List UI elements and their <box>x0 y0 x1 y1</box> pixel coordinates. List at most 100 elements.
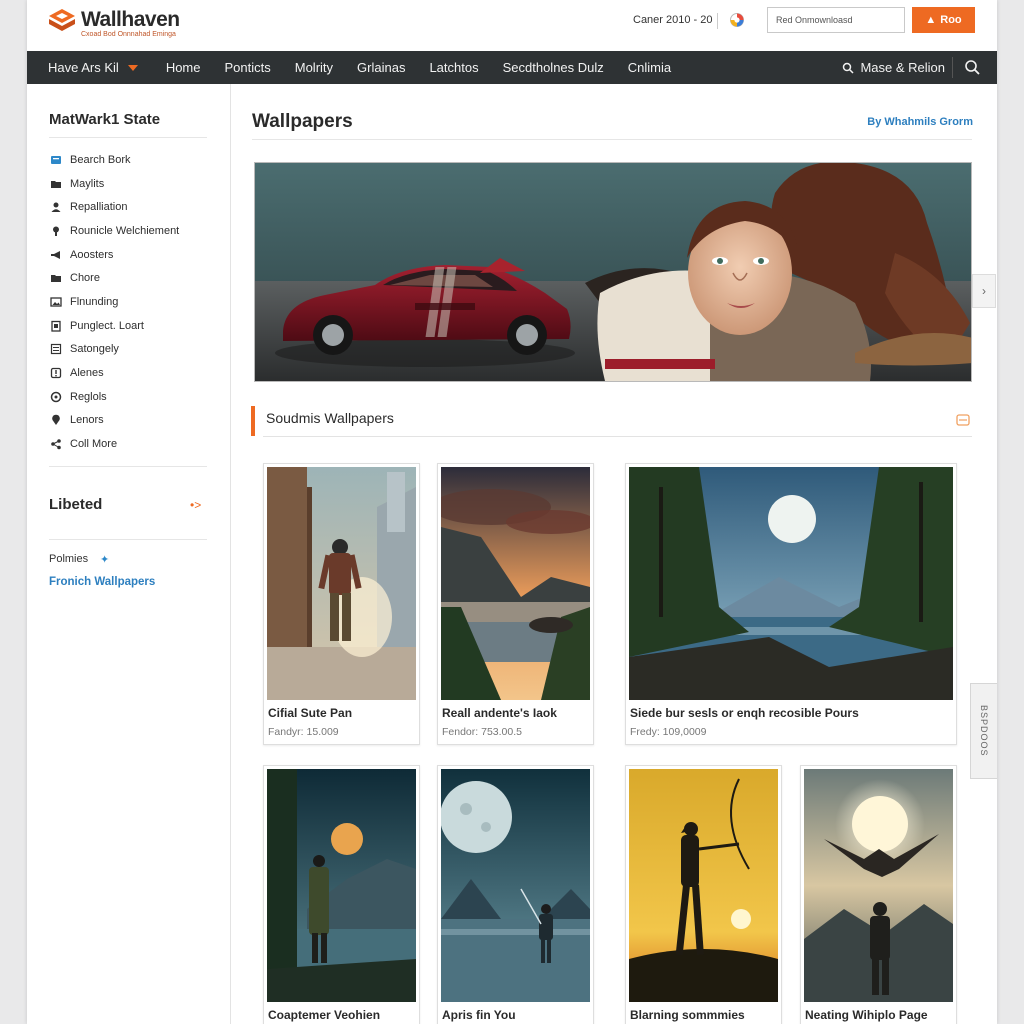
sidebar-item[interactable]: Flnunding <box>49 290 179 314</box>
section-title: Soudmis Wallpapers <box>266 410 394 426</box>
hero-banner[interactable] <box>254 162 972 382</box>
header-divider <box>717 13 718 29</box>
login-arrow-icon: ▲ <box>925 14 937 26</box>
card-title: Cifial Sute Pan <box>268 706 353 720</box>
wallpaper-thumbnail <box>441 467 590 700</box>
sidebar-item-label: Flnunding <box>70 295 119 308</box>
wallpaper-card[interactable]: Reall andente's Iaok Fendor: 753.00.5 <box>437 463 594 745</box>
user-icon <box>49 201 62 214</box>
nav-item[interactable]: Secdtholnes Dulz <box>491 51 616 84</box>
nav-item[interactable]: Cnlimia <box>616 51 683 84</box>
wallpaper-counter: Caner 2010 - 20 <box>633 14 713 26</box>
section-accent-bar <box>251 406 255 436</box>
sidebar-item-label: Maylits <box>70 177 105 190</box>
language-globe-icon[interactable] <box>729 12 745 28</box>
grid-view-icon[interactable] <box>956 413 970 427</box>
sidebar-link[interactable]: Fronich Wallpapers <box>49 576 155 588</box>
sidebar-item-label: Coll More <box>70 438 118 451</box>
sidebar-title: MatWark1 State <box>49 111 161 128</box>
alert-icon <box>49 367 62 380</box>
sidebar-item-label: Chore <box>70 272 100 285</box>
card-title: Neating Wihiplo Page <box>805 1008 928 1022</box>
caret-down-icon <box>127 64 138 71</box>
nav-dropdown-label: Have Ars Kil <box>48 60 119 75</box>
wallpaper-card[interactable]: Apris fin You <box>437 765 594 1024</box>
wallpaper-card[interactable]: Neating Wihiplo Page <box>800 765 957 1024</box>
sidebar-item[interactable]: Coll More <box>49 432 179 456</box>
sidebar-item[interactable]: Satongely <box>49 338 179 362</box>
author-link[interactable]: By Whahmils Grorm <box>867 116 973 128</box>
wallpaper-thumbnail <box>629 467 953 700</box>
chevron-right-icon: › <box>982 284 986 298</box>
card-title: Blarning sommmies <box>630 1008 745 1022</box>
main-nav: Have Ars Kil Home Ponticts Molrity Grlai… <box>27 51 997 84</box>
sidebar-item[interactable]: Lenors <box>49 409 179 433</box>
card-title: Apris fin You <box>442 1008 516 1022</box>
card-meta: Fendor: 753.00.5 <box>442 726 522 738</box>
sidebar-polmies-label[interactable]: Polmies <box>49 553 88 565</box>
carousel-next-button[interactable]: › <box>972 274 996 308</box>
wallpaper-thumbnail <box>267 769 416 1002</box>
brand-tagline: Cxoad Bod Onnnahad Eminga <box>81 31 176 38</box>
sidebar: MatWark1 State Bearch Bork Maylits Repal… <box>27 84 231 1024</box>
nav-item[interactable]: Home <box>154 51 213 84</box>
card-title: Siede bur sesls or enqh recosible Pours <box>630 706 859 720</box>
feedback-side-tab[interactable]: BSPDOOS <box>970 683 997 779</box>
sidebar-item[interactable]: Bearch Bork <box>49 148 179 172</box>
sidebar-item-label: Bearch Bork <box>70 153 131 166</box>
hero-image <box>255 163 971 381</box>
logo[interactable]: Wallhaven Cxoad Bod Onnnahad Eminga <box>47 7 180 38</box>
bookmark-icon <box>49 153 62 166</box>
share-icon <box>49 438 62 451</box>
search-icon[interactable] <box>964 59 981 76</box>
sidebar-item[interactable]: Maylits <box>49 172 179 196</box>
folder-icon <box>49 272 62 285</box>
brand-name: Wallhaven <box>81 8 180 31</box>
sidebar-item-label: Repalliation <box>70 201 128 214</box>
sidebar-item[interactable]: Repalliation <box>49 195 179 219</box>
nav-item[interactable]: Ponticts <box>213 51 283 84</box>
nav-dropdown[interactable]: Have Ars Kil <box>27 51 154 84</box>
wallpaper-card[interactable]: Cifial Sute Pan Fandyr: 15.009 <box>263 463 420 745</box>
sidebar-divider <box>49 539 207 540</box>
megaphone-icon <box>49 248 62 261</box>
sidebar-item[interactable]: Alenes <box>49 361 179 385</box>
sidebar-item[interactable]: Rounicle Welchiement <box>49 219 179 243</box>
image-icon <box>49 295 62 308</box>
nav-item[interactable]: Grlainas <box>345 51 417 84</box>
sidebar-item[interactable]: Aoosters <box>49 243 179 267</box>
award-icon <box>49 224 62 237</box>
sidebar-item-label: Lenors <box>70 414 104 427</box>
card-title: Coaptemer Veohien <box>268 1008 381 1022</box>
page-title: Wallpapers <box>252 111 353 132</box>
sidebar-divider <box>49 466 207 467</box>
chevron-right-icon[interactable]: •> <box>190 498 201 512</box>
nav-right-label: Mase & Relion <box>860 60 945 75</box>
wallpaper-card[interactable]: Coaptemer Veohien <box>263 765 420 1024</box>
nav-right-link[interactable]: Mase & Relion <box>842 51 945 84</box>
sidebar-item-label: Satongely <box>70 343 119 356</box>
sidebar-item-label: Punglect. Loart <box>70 319 144 332</box>
sidebar-divider <box>49 137 207 138</box>
section-divider <box>263 436 972 437</box>
card-meta: Fandyr: 15.009 <box>268 726 339 738</box>
card-meta: Fredy: 109,0009 <box>630 726 707 738</box>
login-button[interactable]: ▲ Roo <box>912 7 975 33</box>
logo-icon <box>49 9 75 31</box>
sidebar-item[interactable]: Reglols <box>49 385 179 409</box>
sidebar-item-label: Alenes <box>70 367 104 380</box>
wallpaper-card[interactable]: Blarning sommmies <box>625 765 782 1024</box>
nav-item[interactable]: Latchtos <box>417 51 490 84</box>
login-label: Roo <box>940 14 962 26</box>
download-search-input[interactable] <box>767 7 905 33</box>
nav-item[interactable]: Molrity <box>283 51 345 84</box>
wallpaper-card[interactable]: Siede bur sesls or enqh recosible Pours … <box>625 463 957 745</box>
star-icon: ✦ <box>100 554 110 566</box>
card-title: Reall andente's Iaok <box>442 706 557 720</box>
sidebar-item[interactable]: Punglect. Loart <box>49 314 179 338</box>
target-icon <box>49 390 62 403</box>
sidebar-item[interactable]: Chore <box>49 266 179 290</box>
clipboard-icon <box>49 319 62 332</box>
nav-divider <box>952 57 953 78</box>
wallpaper-thumbnail <box>804 769 953 1002</box>
